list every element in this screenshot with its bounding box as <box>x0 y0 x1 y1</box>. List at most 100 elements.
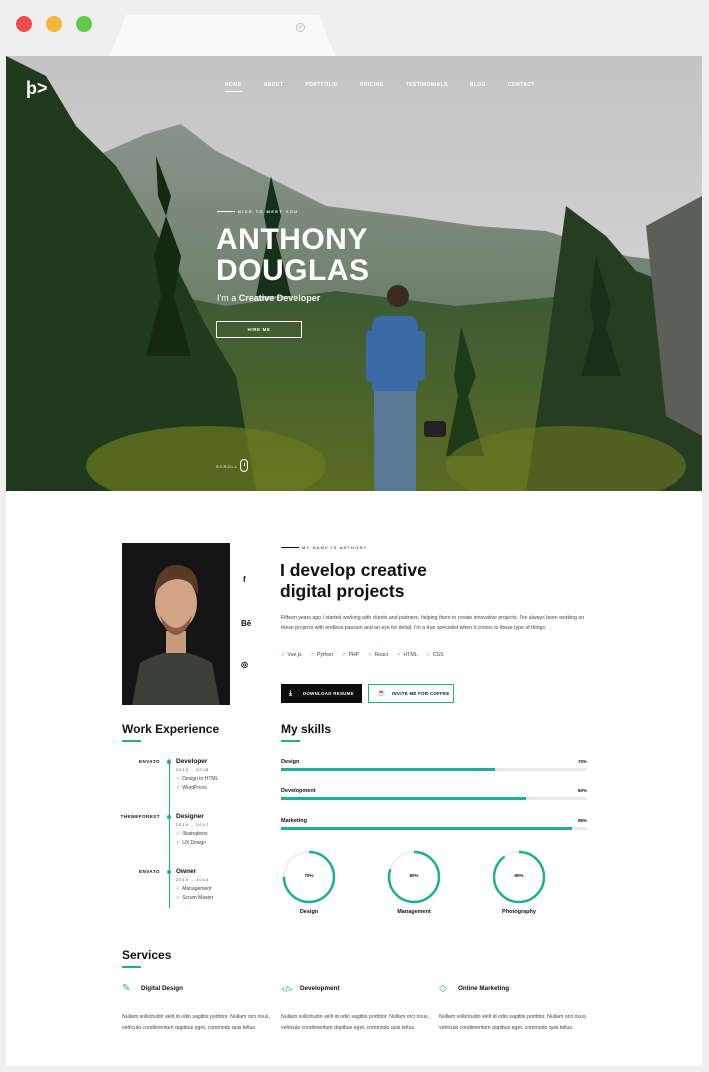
nav-pricing[interactable]: PRICING <box>360 82 384 92</box>
nav-contact[interactable]: CONTACT <box>508 82 535 92</box>
skill-circle-percent: 80% <box>409 873 419 878</box>
skill-bar-label: Design <box>281 759 300 765</box>
hero-role: I'm a Creative Developer <box>217 293 320 303</box>
hero-role-prefix: I'm a <box>217 293 237 303</box>
download-icon: ⤓ <box>289 690 293 697</box>
about-title-line2: digital projects <box>280 581 405 601</box>
about-intro: MY NAME IS ANTHONY <box>302 545 368 550</box>
hero-name: ANTHONY DOUGLAS <box>216 224 370 286</box>
experience-point: ✓ Scrum Master <box>176 895 214 901</box>
skill-bar-fill <box>281 768 496 771</box>
hero-last-name: DOUGLAS <box>216 254 370 287</box>
skill-bar-fill <box>281 797 526 800</box>
experience-years: 2014 - 2017 <box>176 823 210 827</box>
timeline-line <box>169 759 170 908</box>
experience-point: ✓ UX Design <box>176 840 207 846</box>
maximize-window-button[interactable] <box>76 16 92 32</box>
service-title: Development <box>300 985 340 992</box>
check-icon: ✓ <box>176 895 181 901</box>
service-text: Nullam sollicitudin velit id odio sagitt… <box>281 1014 429 1031</box>
experience-company: ENVATO <box>138 869 160 874</box>
minimize-window-button[interactable] <box>46 16 62 32</box>
experience-role: Designer <box>176 813 204 820</box>
tech-tag: ✓ HTML <box>397 652 418 658</box>
check-icon: ✓ <box>281 652 286 658</box>
tech-tag: ✓ Python <box>310 652 334 658</box>
experience-company: ENVATO <box>138 759 160 764</box>
profile-photo <box>122 543 230 705</box>
pen-icon: ✎ <box>122 983 131 994</box>
skill-circle-label: Photography <box>502 909 536 915</box>
tech-tag: ✓ React <box>368 652 389 658</box>
skill-bar-label: Development <box>281 788 316 794</box>
experience-point: ✓ WordPress <box>176 785 207 791</box>
experience-years: 2010 - 2014 <box>176 878 210 882</box>
experience-role: Developer <box>176 758 208 765</box>
experience-point: ✓ Illustrations <box>176 831 208 837</box>
check-icon: ✓ <box>368 652 373 658</box>
services-underline <box>122 966 141 968</box>
tech-tag: ✓ CSS <box>426 652 444 658</box>
check-icon: ✓ <box>176 886 181 892</box>
check-icon: ✓ <box>176 785 181 791</box>
hero-first-name: ANTHONY <box>216 223 368 256</box>
about-text: Fifteen years ago I started working with… <box>281 615 585 631</box>
experience-point: ✓ Design to HTML <box>176 776 219 782</box>
instagram-icon[interactable]: ◎ <box>241 660 248 669</box>
skill-bar-percent: 95% <box>577 818 587 823</box>
download-resume-button[interactable]: ⤓ DOWNLOAD RESUME <box>281 684 362 703</box>
service-text: Nullam sollicitudin velit id odio sagitt… <box>439 1014 587 1031</box>
nav-about[interactable]: ABOUT <box>264 82 284 92</box>
scroll-mouse-icon[interactable] <box>240 459 248 472</box>
site-logo[interactable]: ϸ> <box>26 78 48 99</box>
skill-circle: 75% Design <box>281 849 337 915</box>
check-icon: ✓ <box>397 652 402 658</box>
skill-circle-percent: 90% <box>514 873 524 878</box>
skills-underline <box>281 740 300 742</box>
service-title: Online Marketing <box>458 985 510 992</box>
code-icon: </> <box>281 985 293 994</box>
skill-bar-label: Marketing <box>281 818 307 824</box>
nav-testimonials[interactable]: TESTIMONIALS <box>406 82 448 92</box>
check-icon: ✓ <box>176 840 181 846</box>
tech-tag: ✓ Vue.js <box>281 652 302 658</box>
browser-tab[interactable] <box>110 15 335 56</box>
skill-bar-track <box>281 827 587 830</box>
skill-bar-track <box>281 768 587 771</box>
nav-home[interactable]: HOME <box>225 82 242 92</box>
nav-portfolio[interactable]: PORTFOLIO <box>305 82 338 92</box>
about-title: I develop creative digital projects <box>280 560 540 602</box>
check-icon: ✓ <box>176 831 181 837</box>
hire-me-button[interactable]: HIRE ME <box>216 321 302 338</box>
behance-icon[interactable]: Bē <box>241 619 251 628</box>
experience-role: Owner <box>176 868 197 875</box>
experience-point: ✓ Management <box>176 886 212 892</box>
timeline-dot <box>167 760 171 764</box>
intro-divider <box>217 211 235 212</box>
experience-years: 2010 - 2018 <box>176 768 210 772</box>
skill-bar-percent: 80% <box>577 788 587 793</box>
services-title: Services <box>122 948 172 962</box>
work-experience-title: Work Experience <box>122 722 220 736</box>
nav-blog[interactable]: BLOG <box>470 82 486 92</box>
portrait-image <box>122 543 230 705</box>
skill-circle-label: Management <box>397 909 431 915</box>
service-title: Digital Design <box>141 985 183 992</box>
skill-circle-percent: 75% <box>304 873 314 878</box>
check-icon: ✓ <box>310 652 315 658</box>
invite-coffee-button[interactable]: ☕ INVITE ME FOR COFFEE <box>368 684 454 703</box>
service-text: Nullam sollicitudin velit id odio sagitt… <box>122 1014 270 1031</box>
close-window-button[interactable] <box>16 16 32 32</box>
about-title-line1: I develop creative <box>280 560 427 580</box>
experience-company: THEMEFOREST <box>120 814 160 819</box>
web-page: ϸ> HOME ABOUT PORTFOLIO PRICING TESTIMON… <box>6 56 702 1066</box>
tab-close-icon[interactable]: × <box>296 23 305 32</box>
timeline-dot <box>167 870 171 874</box>
diamond-icon: ◇ <box>439 983 447 994</box>
facebook-icon[interactable]: f <box>243 575 246 584</box>
skills-title: My skills <box>281 722 332 736</box>
check-icon: ✓ <box>176 776 181 782</box>
hero-section: ϸ> HOME ABOUT PORTFOLIO PRICING TESTIMON… <box>6 56 702 491</box>
work-experience-underline <box>122 740 141 742</box>
hero-role-title: Creative Developer <box>238 293 321 303</box>
